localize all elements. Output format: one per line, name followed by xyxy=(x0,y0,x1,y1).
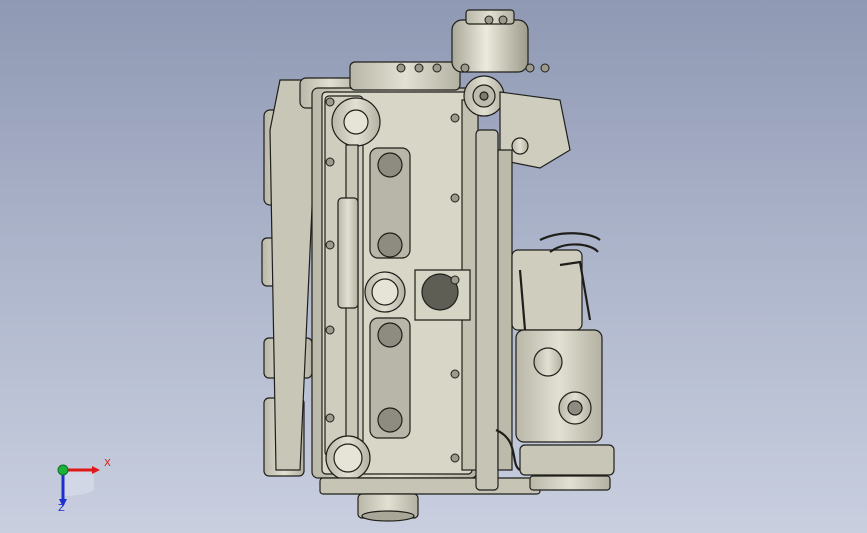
fuel-pump xyxy=(515,329,603,443)
triad-plane xyxy=(63,470,94,496)
engine-model[interactable] xyxy=(0,0,867,533)
y-axis-origin-icon xyxy=(57,464,69,476)
coordinate-triad xyxy=(57,464,100,507)
graphics-viewport[interactable]: X Z xyxy=(0,0,867,533)
x-arrowhead-icon xyxy=(92,466,100,474)
x-axis-label: X xyxy=(104,458,111,469)
z-axis-label: Z xyxy=(58,503,65,514)
